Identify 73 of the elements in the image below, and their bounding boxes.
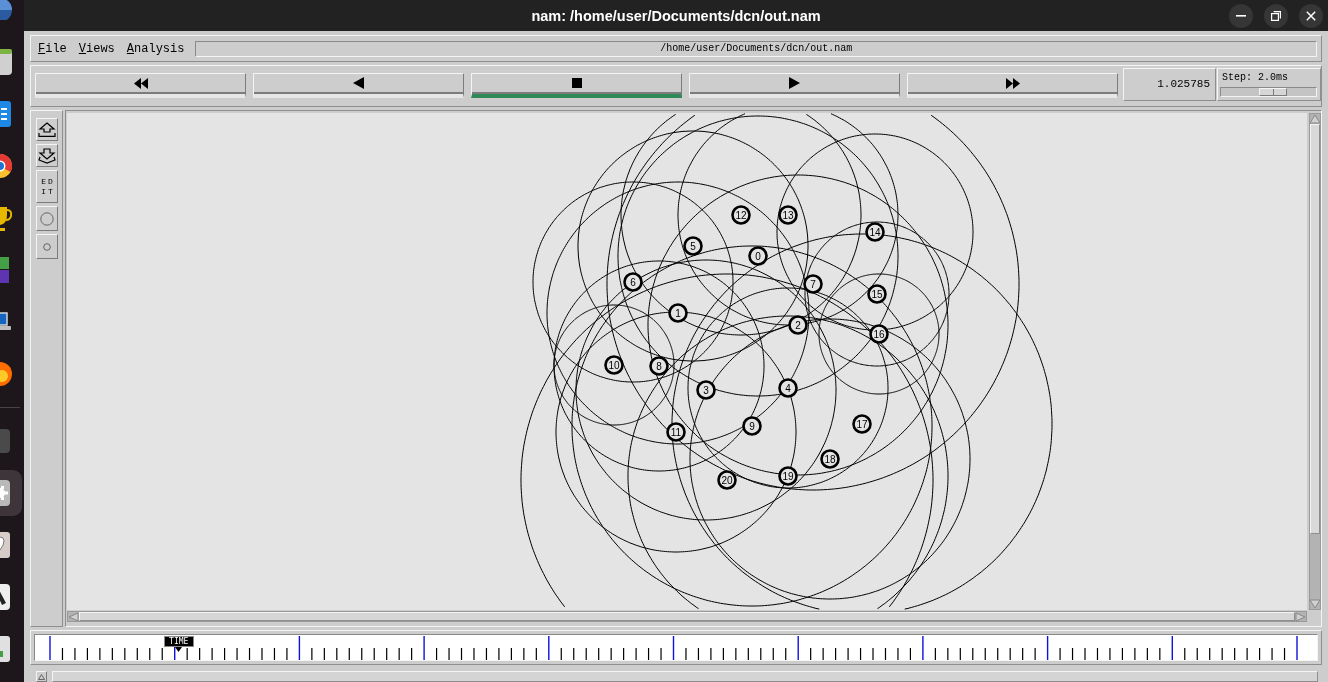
zoom-out-button[interactable] xyxy=(36,144,58,167)
fast-forward-icon xyxy=(1005,77,1020,89)
close-button[interactable] xyxy=(1299,3,1323,28)
network-node: 20 xyxy=(717,470,737,490)
menu-item[interactable]: File xyxy=(38,41,67,56)
network-node: 17 xyxy=(852,414,872,434)
up-triangle-icon xyxy=(38,673,45,680)
rewind-icon xyxy=(133,77,148,89)
play-backward-button[interactable] xyxy=(253,73,464,98)
trophy-icon[interactable] xyxy=(0,204,13,232)
network-node: 19 xyxy=(778,466,798,486)
globe-icon[interactable] xyxy=(0,0,13,20)
menu-item[interactable]: Analysis xyxy=(126,41,185,56)
flame-icon[interactable] xyxy=(0,360,13,388)
network-node: 3 xyxy=(696,380,716,400)
menu-item[interactable]: Views xyxy=(78,41,115,56)
pen-icon[interactable] xyxy=(0,583,13,611)
restore-icon xyxy=(1271,10,1281,21)
zoom-in-button[interactable] xyxy=(36,118,58,141)
map-pin-icon[interactable] xyxy=(0,531,13,559)
file-path-field: /home/user/Documents/dcn/out.nam xyxy=(195,40,1317,57)
window-title: nam: /home/user/Documents/dcn/out.nam xyxy=(531,7,821,24)
scroll-up-button[interactable] xyxy=(36,671,47,682)
network-node: 14 xyxy=(865,222,885,242)
network-node: 18 xyxy=(820,449,840,469)
network-node: 15 xyxy=(867,284,887,304)
circle-icon xyxy=(40,211,54,226)
maximize-button[interactable] xyxy=(1264,3,1288,28)
network-node: 16 xyxy=(869,324,889,344)
network-node: 8 xyxy=(649,356,669,376)
network-node: 2 xyxy=(788,315,808,335)
tile-icon[interactable] xyxy=(0,48,13,76)
time-display: 1.025785 xyxy=(1123,68,1216,101)
horizontal-scrollbar[interactable] xyxy=(67,611,1307,622)
step-label: Step: 2.0ms xyxy=(1221,72,1289,84)
network-node: 4 xyxy=(778,378,798,398)
network-node: 13 xyxy=(778,205,798,225)
rewind-button[interactable] xyxy=(35,73,246,98)
network-node: 1 xyxy=(668,303,688,323)
network-node: 10 xyxy=(604,355,624,375)
tile-icon[interactable] xyxy=(0,427,13,455)
network-node: 11 xyxy=(666,422,686,442)
round-logo-icon[interactable] xyxy=(0,152,13,180)
document-icon[interactable] xyxy=(0,635,13,663)
step-slider[interactable] xyxy=(1220,87,1317,97)
play-backward-icon xyxy=(353,77,364,89)
play-button[interactable] xyxy=(689,73,900,98)
small-circle-tool-button[interactable] xyxy=(36,234,58,259)
document-icon[interactable] xyxy=(0,100,13,128)
down-arrow-icon xyxy=(38,147,56,164)
network-node: 0 xyxy=(748,246,768,266)
network-node: 7 xyxy=(803,274,823,294)
scrollbar-thumb[interactable] xyxy=(79,612,1295,621)
slider-thumb[interactable] xyxy=(1258,88,1287,96)
timeline-track[interactable]: TIME xyxy=(34,634,1318,661)
stop-button[interactable] xyxy=(471,73,682,98)
close-icon xyxy=(1306,10,1316,21)
stop-icon xyxy=(571,78,582,88)
edit-button[interactable]: EDIT xyxy=(36,170,58,203)
scrollbar-thumb[interactable] xyxy=(1310,124,1320,534)
circle-tool-button[interactable] xyxy=(36,206,58,231)
network-node: 12 xyxy=(731,205,751,225)
network-node: 6 xyxy=(623,272,643,292)
play-icon xyxy=(789,77,800,89)
network-node: 9 xyxy=(742,416,762,436)
up-arrow-icon xyxy=(38,121,56,138)
network-node: 5 xyxy=(683,236,703,256)
gear-icon[interactable] xyxy=(0,470,22,516)
vertical-scrollbar[interactable] xyxy=(1309,113,1321,610)
circle-icon xyxy=(43,242,51,251)
minimize-button[interactable] xyxy=(1229,3,1253,28)
minimize-icon xyxy=(1236,14,1246,17)
fast-forward-button[interactable] xyxy=(907,73,1118,98)
